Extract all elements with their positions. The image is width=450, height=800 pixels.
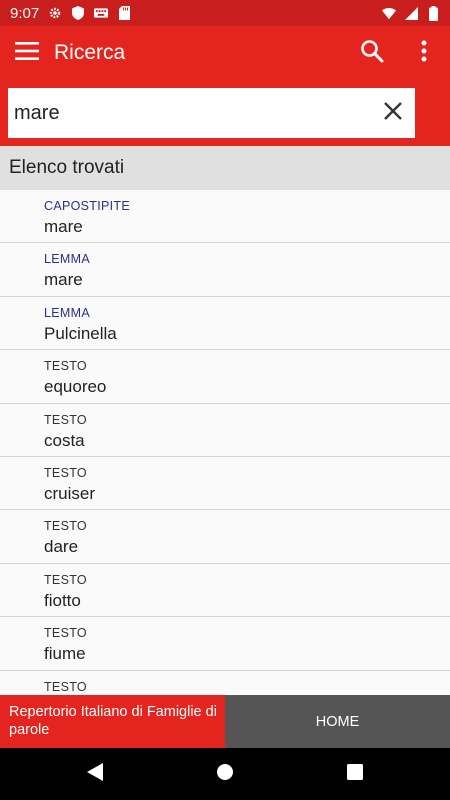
list-item-word: fiotto <box>44 590 81 610</box>
menu-icon <box>15 41 39 65</box>
list-item-category: TESTO <box>44 626 87 641</box>
close-icon <box>384 101 402 125</box>
clear-search-button[interactable] <box>371 91 415 135</box>
back-triangle-icon <box>87 762 103 786</box>
results-list[interactable]: CAPOSTIPITE mare LEMMA mare LEMMA Pulcin… <box>0 190 450 695</box>
list-item[interactable]: TESTO fiotto <box>0 564 450 618</box>
list-item-word: equoreo <box>44 377 107 397</box>
list-item-category: LEMMA <box>44 305 90 320</box>
list-item-word: dare <box>44 537 79 557</box>
list-item[interactable]: TESTO <box>0 671 450 695</box>
app-brand-label: Repertorio Italiano di Famiglie di parol… <box>0 695 225 748</box>
list-item-word: fiume <box>44 644 86 664</box>
search-area <box>0 80 450 146</box>
list-item-category: TESTO <box>44 572 87 587</box>
list-item[interactable]: TESTO fiume <box>0 617 450 671</box>
recents-square-icon <box>347 763 363 785</box>
home-circle-icon <box>216 763 234 786</box>
search-input[interactable] <box>8 88 371 138</box>
list-item[interactable]: LEMMA Pulcinella <box>0 297 450 351</box>
system-nav-bar <box>0 748 450 800</box>
home-button[interactable]: HOME <box>225 695 450 748</box>
list-item-category: TESTO <box>44 412 87 427</box>
more-vert-icon <box>421 40 427 67</box>
list-item-category: LEMMA <box>44 252 90 267</box>
list-item[interactable]: LEMMA mare <box>0 243 450 297</box>
list-item-category: CAPOSTIPITE <box>44 199 130 213</box>
list-item-category: TESTO <box>44 465 87 480</box>
status-bar: 9:07 <box>0 0 450 26</box>
search-icon <box>360 39 384 68</box>
battery-icon <box>426 5 440 21</box>
app-bar: Ricerca <box>0 26 450 80</box>
list-item-word: mare <box>44 217 83 236</box>
signal-icon <box>404 6 418 20</box>
list-item-category: TESTO <box>44 679 87 694</box>
menu-button[interactable] <box>0 26 54 80</box>
back-button[interactable] <box>30 762 160 786</box>
results-section-header: Elenco trovati <box>0 146 450 190</box>
list-item-word: cruiser <box>44 483 96 503</box>
list-item[interactable]: TESTO dare <box>0 510 450 564</box>
list-item-word: Pulcinella <box>44 323 117 343</box>
page-title: Ricerca <box>54 41 126 64</box>
bottom-bar: Repertorio Italiano di Famiglie di parol… <box>0 695 450 748</box>
search-button[interactable] <box>346 26 398 80</box>
list-item[interactable]: TESTO costa <box>0 404 450 457</box>
status-time: 9:07 <box>10 4 40 22</box>
search-box <box>8 88 415 138</box>
recents-button[interactable] <box>290 763 420 785</box>
home-nav-button[interactable] <box>160 763 290 786</box>
list-item-category: TESTO <box>44 359 87 374</box>
overflow-menu-button[interactable] <box>398 26 450 80</box>
list-item[interactable]: TESTO cruiser <box>0 457 450 511</box>
list-item[interactable]: TESTO equoreo <box>0 350 450 404</box>
shield-icon <box>71 6 85 20</box>
list-item-word: mare <box>44 270 83 290</box>
list-item-word: costa <box>44 430 85 450</box>
list-item-category: TESTO <box>44 519 87 534</box>
list-item[interactable]: CAPOSTIPITE mare <box>0 190 450 244</box>
wifi-icon <box>382 6 396 20</box>
sd-card-icon <box>117 6 131 20</box>
keyboard-icon <box>94 6 109 20</box>
gear-icon <box>48 6 62 20</box>
